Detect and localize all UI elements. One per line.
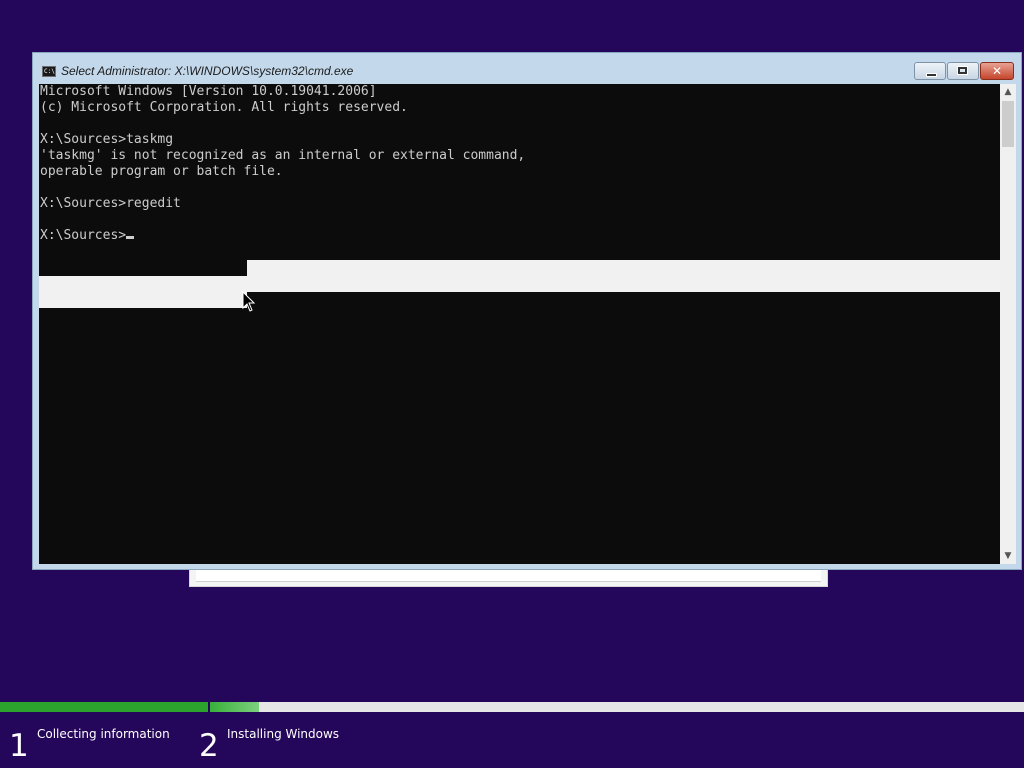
console-output: Microsoft Windows [Version 10.0.19041.20… [40, 84, 525, 244]
text-cursor [126, 236, 135, 239]
console-line: (c) Microsoft Corporation. All rights re… [40, 100, 408, 115]
window-title: Select Administrator: X:\WINDOWS\system3… [61, 64, 354, 78]
console-line: X:\Sources>regedit [40, 196, 181, 211]
setup-progress-bar [0, 702, 1024, 712]
close-icon: ✕ [991, 64, 1003, 78]
console-area[interactable]: Microsoft Windows [Version 10.0.19041.20… [39, 84, 1000, 564]
progress-step2-fill [210, 702, 259, 712]
rendering-artifact [247, 260, 1000, 292]
scroll-down-icon[interactable]: ▼ [1000, 548, 1016, 564]
minimize-button[interactable] [914, 62, 946, 80]
mouse-pointer-icon [242, 291, 256, 312]
maximize-button[interactable] [947, 62, 979, 80]
step-1-label: Collecting information [37, 727, 170, 741]
progress-step1-fill [0, 702, 208, 712]
console-line: operable program or batch file. [40, 164, 283, 179]
scroll-thumb[interactable] [1002, 101, 1014, 147]
rendering-artifact [39, 276, 247, 308]
scroll-up-icon[interactable]: ▲ [1000, 84, 1016, 100]
cmd-window[interactable]: C:\ Select Administrator: X:\WINDOWS\sys… [32, 52, 1022, 570]
step-2-label: Installing Windows [227, 727, 340, 741]
console-line: Microsoft Windows [Version 10.0.19041.20… [40, 84, 377, 99]
console-line: 'taskmg' is not recognized as an interna… [40, 148, 526, 163]
console-line: X:\Sources>taskmg [40, 132, 174, 147]
maximize-icon [957, 66, 968, 75]
minimize-icon [926, 73, 937, 77]
close-button[interactable]: ✕ [980, 62, 1014, 80]
console-prompt-line[interactable]: X:\Sources> [40, 228, 525, 244]
step-2-number: 2 [199, 728, 219, 764]
cmd-app-icon[interactable]: C:\ [42, 66, 56, 77]
title-bar[interactable]: C:\ Select Administrator: X:\WINDOWS\sys… [33, 53, 1021, 83]
step-1-number: 1 [9, 728, 29, 764]
vertical-scrollbar[interactable]: ▲ ▼ [1000, 84, 1016, 564]
console-prompt: X:\Sources> [40, 228, 127, 243]
